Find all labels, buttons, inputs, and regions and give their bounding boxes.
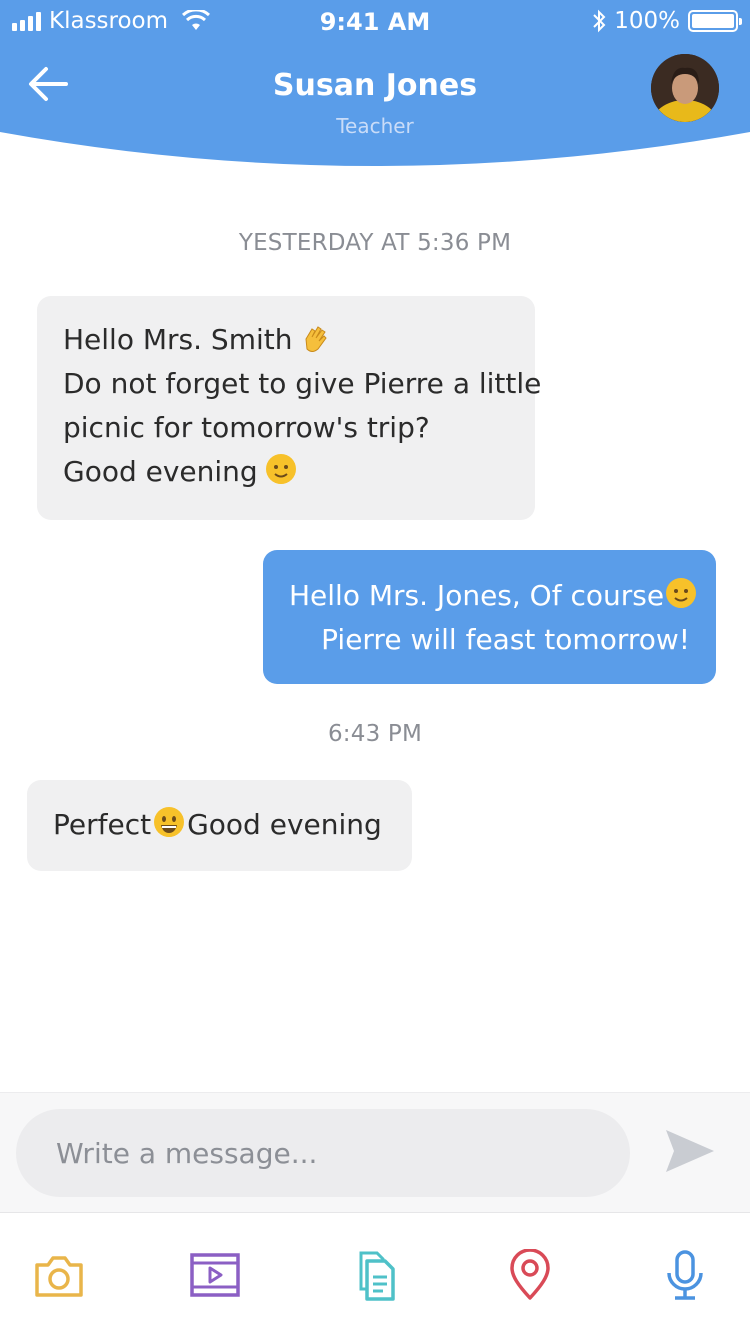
message-timestamp: YESTERDAY AT 5:36 PM	[238, 230, 512, 256]
incoming-message-bubble[interactable]: Hello Mrs. Smith Do not forget to give P…	[37, 296, 542, 520]
message-line: Do not forget to give Pierre a little	[63, 367, 542, 400]
smiling-face-emoji-icon	[666, 578, 697, 608]
camera-button[interactable]	[31, 1247, 87, 1303]
message-line: picnic for tomorrow's trip?	[63, 411, 430, 444]
send-icon	[666, 1130, 714, 1172]
send-button[interactable]	[664, 1126, 716, 1176]
bluetooth-icon	[593, 9, 606, 33]
avatar-image	[651, 54, 719, 122]
battery-icon	[688, 10, 742, 32]
message-input[interactable]	[16, 1109, 630, 1197]
avatar[interactable]	[651, 54, 719, 122]
message-composer	[0, 1092, 750, 1212]
message-line: Good evening	[63, 455, 258, 488]
contact-name: Susan Jones	[272, 68, 478, 103]
attachment-toolbar	[0, 1212, 750, 1334]
outgoing-message-bubble[interactable]: Hello Mrs. Jones, Of course Pierre will …	[263, 550, 716, 684]
video-button[interactable]	[187, 1247, 243, 1303]
waving-hand-emoji-icon	[305, 326, 328, 352]
smiling-face-emoji-icon	[265, 454, 296, 484]
location-pin-icon	[510, 1249, 550, 1300]
message-line: Pierre will feast tomorrow!	[321, 623, 690, 656]
video-icon	[190, 1253, 240, 1297]
contact-role: Teacher	[336, 114, 414, 138]
location-button[interactable]	[502, 1247, 558, 1303]
document-button[interactable]	[347, 1247, 403, 1303]
message-line: Hello Mrs. Jones, Of course	[289, 579, 665, 612]
message-line: Hello Mrs. Smith	[63, 323, 293, 356]
microphone-button[interactable]	[657, 1247, 713, 1303]
battery-percentage: 100%	[614, 8, 680, 34]
message-text: Perfect	[53, 808, 152, 841]
message-timestamp: 6:43 PM	[327, 721, 423, 747]
chat-header: Klassroom 9:41 AM 100% Susan Jones Teach…	[0, 0, 750, 170]
incoming-message-bubble[interactable]: Perfect Good evening	[27, 780, 412, 871]
grinning-face-emoji-icon	[154, 807, 185, 837]
camera-icon	[35, 1256, 83, 1297]
microphone-icon	[667, 1250, 703, 1300]
status-bar: Klassroom 9:41 AM 100%	[0, 0, 750, 44]
document-icon	[359, 1251, 395, 1301]
message-text: Good evening	[187, 808, 382, 841]
